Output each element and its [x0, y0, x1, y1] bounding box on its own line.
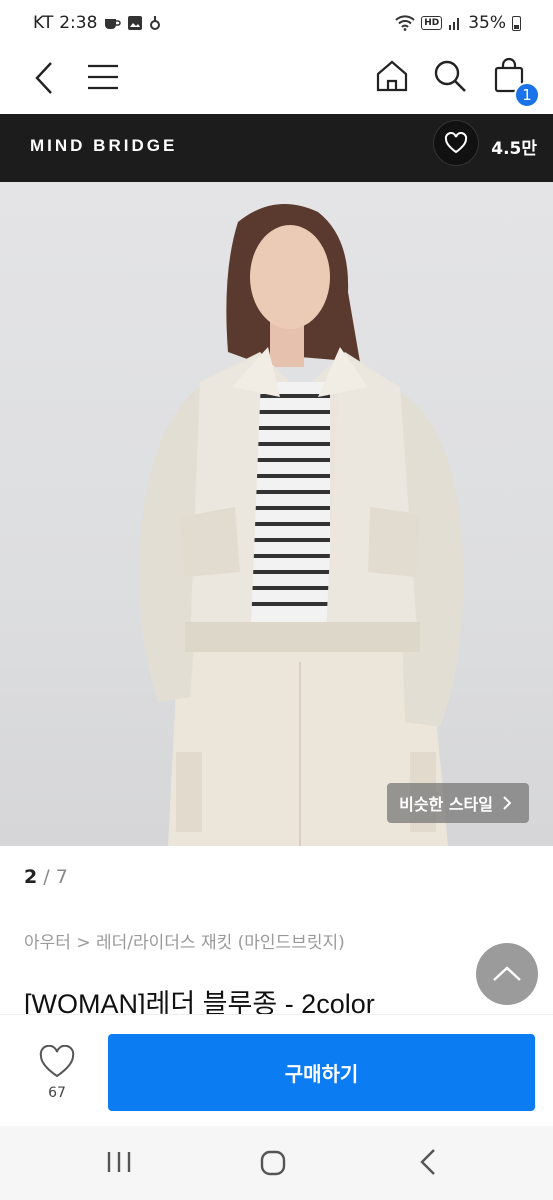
recent-apps-button[interactable]: [106, 1150, 132, 1178]
home-button[interactable]: [374, 58, 410, 94]
brand-like-button[interactable]: [433, 120, 479, 166]
search-icon: [434, 60, 466, 92]
home-nav-button[interactable]: [260, 1150, 286, 1180]
model-photo: [139, 204, 464, 846]
top-nav: 1: [0, 48, 553, 114]
chevron-left-icon: [35, 62, 52, 94]
heart-outline-icon: [39, 1044, 75, 1078]
status-bar: KT 2:38 HD 35%: [0, 0, 553, 48]
image-pager: 2 / 7: [24, 866, 68, 888]
back-chevron-icon: [420, 1149, 435, 1175]
cart-count-badge: 1: [514, 82, 540, 108]
image-index: 2: [24, 866, 38, 888]
recent-apps-icon: [107, 1152, 131, 1172]
home-icon: [376, 60, 408, 92]
brand-bar: MIND BRIDGE 4.5만: [0, 114, 553, 182]
product-like-button[interactable]: 67: [32, 1044, 82, 1101]
chevron-right-icon: [503, 796, 511, 810]
cart-button[interactable]: 1: [492, 56, 540, 108]
system-nav-bar: [0, 1126, 553, 1200]
chevron-up-icon: [493, 966, 521, 981]
battery-percent: 35%: [468, 13, 506, 33]
home-circle-icon: [260, 1150, 286, 1176]
battery-icon: [512, 15, 521, 31]
heart-icon: [444, 132, 468, 154]
back-nav-button[interactable]: [420, 1148, 436, 1180]
coffee-icon: [105, 19, 122, 29]
hd-voice-icon: HD: [421, 16, 443, 30]
scroll-to-top-button[interactable]: [476, 943, 538, 1005]
image-separator: /: [43, 866, 50, 888]
gallery-icon: [128, 16, 143, 30]
back-button[interactable]: [28, 58, 60, 98]
hamburger-icon: [88, 64, 118, 90]
image-total: 7: [55, 866, 68, 888]
signal-icon: [449, 18, 460, 30]
product-image[interactable]: 비슷한 스타일: [0, 182, 553, 846]
buy-button[interactable]: 구매하기: [108, 1034, 535, 1111]
brand-like-count: 4.5만: [491, 139, 537, 159]
similar-style-label: 비슷한 스타일: [399, 795, 493, 814]
search-button[interactable]: [432, 58, 468, 94]
similar-style-button[interactable]: 비슷한 스타일: [387, 783, 529, 823]
clock: 2:38: [59, 13, 98, 33]
category-breadcrumb[interactable]: 아우터 > 레더/라이더스 재킷 (마인드브릿지): [24, 928, 345, 953]
brand-name[interactable]: MIND BRIDGE: [30, 136, 177, 156]
menu-button[interactable]: [86, 60, 120, 94]
wifi-icon: [395, 15, 415, 31]
product-like-count: 67: [48, 1085, 66, 1101]
purchase-bar: 67 구매하기: [0, 1014, 553, 1126]
notification-icon: [150, 16, 161, 30]
carrier-label: KT: [33, 13, 54, 33]
